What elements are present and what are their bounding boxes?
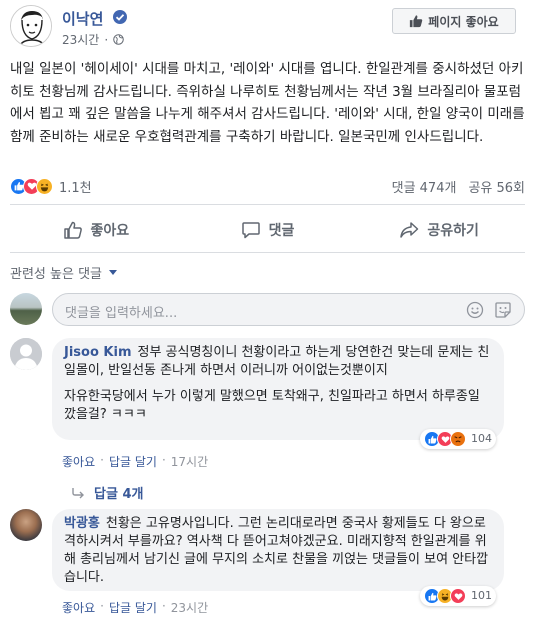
post-stats: 댓글 474개 공유 56회 [392,177,525,196]
verified-badge-icon [113,10,127,24]
meta-separator: · [104,32,109,47]
comment-time[interactable]: 17시간 [171,453,208,470]
divider [10,204,525,205]
comment-reaction-count: 101 [471,589,492,602]
comment-input-placeholder: 댓글을 입력하세요... [65,306,178,321]
comment-reaction-summary[interactable]: 101 [420,586,496,606]
comment-bubble: 박광홍 천황은 고유명사입니다. 그런 논리대로라면 중국사 황제들도 다 왕으로… [52,509,504,606]
love-reaction-icon [450,588,466,604]
composer-icons [466,301,512,319]
thumbs-up-outline-icon [63,221,82,239]
comment-reaction-count: 104 [471,432,492,445]
angry-reaction-icon [450,431,466,447]
post-meta: 23시간 · [62,31,124,48]
commenter-avatar[interactable] [10,509,42,541]
author-avatar[interactable] [10,5,52,47]
post-header: 이낙연 23시간 · 페이지 좋아요 [10,5,525,49]
comment-actions: 좋아요 · 답글 달기 · 23시간 [62,599,208,616]
separator: · [100,599,104,613]
like-page-label: 페이지 좋아요 [428,14,499,29]
comment-composer: 댓글을 입력하세요... [10,293,525,327]
comment-like-link[interactable]: 좋아요 [62,453,95,470]
shares-count[interactable]: 공유 56회 [468,177,525,196]
comment-input[interactable]: 댓글을 입력하세요... [52,293,525,326]
comment-reply-link[interactable]: 답글 달기 [109,453,157,470]
comment-label: 댓글 [268,223,295,239]
comment-like-link[interactable]: 좋아요 [62,599,95,616]
chevron-down-icon [109,270,117,275]
divider [10,252,525,253]
comment-bubble: Jisoo Kim 정부 공식명칭이니 천황이라고 하는게 당연한건 맞는데 문제… [52,338,504,449]
comment-reaction-summary[interactable]: 104 [420,429,496,449]
comment-reply-link[interactable]: 답글 달기 [109,599,157,616]
share-arrow-icon [400,222,419,238]
post-action-bar: 좋아요 댓글 공유하기 [10,212,525,248]
comments-count[interactable]: 댓글 474개 [392,177,457,196]
globe-icon[interactable] [113,34,124,45]
sticker-icon[interactable] [494,301,512,319]
share-button[interactable]: 공유하기 [353,212,525,248]
comment-text: 자유한국당에서 누가 이렇게 말했으면 토착왜구, 친일파라고 하면서 하루종일… [64,389,480,422]
post-time[interactable]: 23시간 [62,31,99,48]
commenter-avatar[interactable] [10,338,42,370]
like-button[interactable]: 좋아요 [10,212,182,248]
comment-time[interactable]: 23시간 [171,599,208,616]
reaction-summary: 1.1천 댓글 474개 공유 56회 [10,175,525,197]
comment-sort-dropdown[interactable]: 관련성 높은 댓글 [10,263,117,282]
separator: · [161,453,166,467]
facebook-post: 이낙연 23시간 · 페이지 좋아요 내일 일본이 '헤이세이' 시대를 마치고… [0,0,535,638]
emoji-icon[interactable] [466,301,484,319]
commenter-name[interactable]: Jisoo Kim [64,345,132,360]
like-label: 좋아요 [90,223,130,239]
post-body: 내일 일본이 '헤이세이' 시대를 마치고, '레이와' 시대를 엽니다. 한일… [10,61,525,145]
comment-actions: 좋아요 · 답글 달기 · 17시간 [62,453,208,470]
reaction-count[interactable]: 1.1천 [59,177,92,196]
author-name[interactable]: 이낙연 [62,8,103,29]
thumbs-up-icon [410,15,423,28]
reply-arrow-icon [72,487,84,498]
separator: · [100,453,104,467]
comment-bubble-icon [241,222,260,239]
view-replies-link[interactable]: 답글 4개 [72,483,143,502]
haha-reaction-icon[interactable] [36,177,53,195]
separator: · [161,599,166,613]
current-user-avatar[interactable] [10,293,42,325]
commenter-name[interactable]: 박광홍 [64,516,100,531]
comment-button[interactable]: 댓글 [182,212,354,248]
comment-sort-label: 관련성 높은 댓글 [10,267,102,282]
replies-count: 답글 4개 [94,487,144,502]
share-label: 공유하기 [427,223,479,239]
like-page-button[interactable]: 페이지 좋아요 [392,8,516,34]
comment-text: 천황은 고유명사입니다. 그런 논리대로라면 중국사 황제들도 다 왕으로 격하… [64,516,489,585]
